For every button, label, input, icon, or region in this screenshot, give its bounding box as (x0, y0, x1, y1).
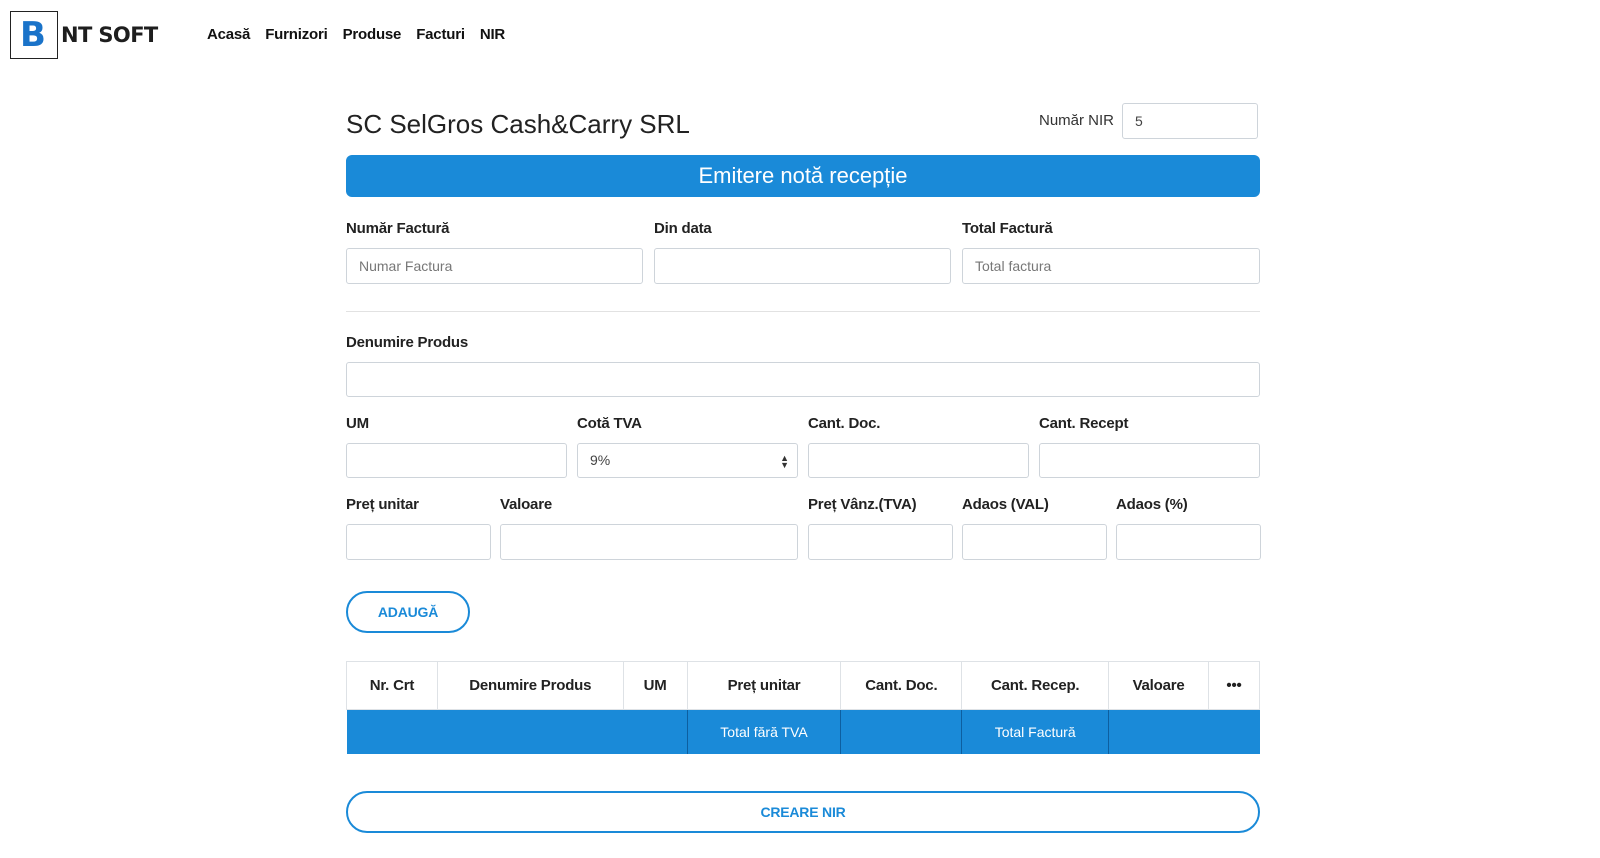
invoice-date-label: Din data (654, 220, 712, 237)
nir-number-input[interactable] (1122, 103, 1258, 139)
totals-empty-cell (1108, 709, 1260, 754)
col-qty-received: Cant. Recep. (961, 661, 1110, 710)
qty-received-input[interactable] (1039, 443, 1260, 478)
navbar: B NT SOFT Acasă Furnizori Produse Factur… (0, 0, 1600, 70)
invoice-number-input[interactable] (346, 248, 643, 284)
markup-value-input[interactable] (962, 524, 1107, 560)
select-arrows-icon: ▲ ▼ (780, 453, 789, 470)
vat-rate-value: 9% (590, 452, 611, 468)
totals-empty-cell (346, 709, 688, 754)
receipt-banner: Emitere notă recepție (346, 155, 1260, 197)
nav-link-nir[interactable]: NIR (480, 26, 505, 43)
invoice-total-label: Total Factură (962, 220, 1053, 237)
logo-mark: B (10, 11, 58, 59)
vat-rate-label: Cotă TVA (577, 415, 642, 432)
col-um: UM (622, 661, 688, 710)
col-qty-doc: Cant. Doc. (840, 661, 963, 710)
qty-received-label: Cant. Recept (1039, 415, 1129, 432)
value-label: Valoare (500, 496, 552, 513)
um-label: UM (346, 415, 369, 432)
nav-link-produse[interactable]: Produse (343, 26, 402, 43)
col-more-icon[interactable]: ••• (1208, 661, 1260, 710)
qty-doc-input[interactable] (808, 443, 1029, 478)
invoice-number-label: Număr Factură (346, 220, 450, 237)
unit-price-input[interactable] (346, 524, 491, 560)
value-input[interactable] (500, 524, 798, 560)
um-input[interactable] (346, 443, 567, 478)
company-name: SC SelGros Cash&Carry SRL (346, 109, 690, 139)
markup-percent-input[interactable] (1116, 524, 1261, 560)
col-nr-crt: Nr. Crt (346, 661, 438, 710)
nir-number-label: Număr NIR (1039, 112, 1115, 129)
markup-percent-label: Adaos (%) (1116, 496, 1188, 513)
sale-price-input[interactable] (808, 524, 953, 560)
table-header-row: Nr. Crt Denumire Produs UM Preț unitar C… (346, 661, 1260, 710)
nav-link-facturi[interactable]: Facturi (416, 26, 465, 43)
brand-logo[interactable]: B NT SOFT (10, 11, 158, 59)
col-product-name: Denumire Produs (436, 661, 624, 710)
invoice-total-input[interactable] (962, 248, 1260, 284)
main-nav: Acasă Furnizori Produse Facturi NIR (207, 26, 520, 43)
sale-price-label: Preț Vânz.(TVA) (808, 496, 917, 513)
product-name-label: Denumire Produs (346, 334, 469, 351)
col-value: Valoare (1108, 661, 1210, 710)
products-table: Nr. Crt Denumire Produs UM Preț unitar C… (346, 661, 1260, 754)
markup-value-label: Adaos (VAL) (962, 496, 1049, 513)
add-product-button[interactable]: ADAUGĂ (346, 591, 470, 633)
qty-doc-label: Cant. Doc. (808, 415, 881, 432)
total-without-vat-cell: Total fără TVA (687, 709, 842, 754)
divider (346, 311, 1260, 312)
nav-link-acasa[interactable]: Acasă (207, 26, 250, 43)
total-invoice-cell: Total Factură (961, 709, 1110, 754)
vat-rate-select[interactable]: 9% ▲ ▼ (577, 443, 798, 478)
totals-empty-cell (840, 709, 963, 754)
unit-price-label: Preț unitar (346, 496, 419, 513)
create-nir-button[interactable]: CREARE NIR (346, 791, 1260, 833)
logo-letter: B (20, 15, 46, 55)
table-totals-row: Total fără TVA Total Factură (346, 709, 1260, 754)
product-name-input[interactable] (346, 362, 1260, 397)
nav-link-furnizori[interactable]: Furnizori (265, 26, 328, 43)
brand-name: NT SOFT (61, 23, 158, 47)
col-unit-price: Preț unitar (686, 661, 842, 710)
invoice-date-input[interactable] (654, 248, 951, 284)
